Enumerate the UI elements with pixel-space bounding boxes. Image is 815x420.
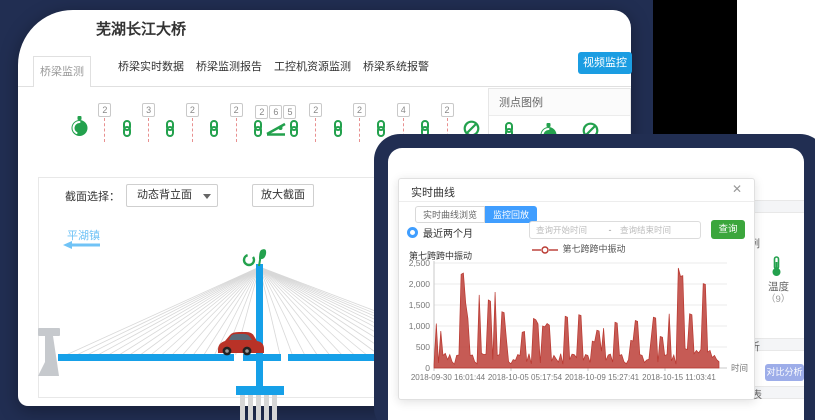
dialog-tab-group: 实时曲线浏览 监控回放 xyxy=(415,206,537,223)
sensor-count-badge: 3 xyxy=(142,103,155,117)
chain-sensor-icon[interactable] xyxy=(164,120,176,142)
gauge-sensor-icon[interactable] xyxy=(70,115,89,142)
chain-sensor-icon[interactable] xyxy=(252,120,264,142)
bridge-tower[interactable] xyxy=(256,264,263,388)
end-time-input[interactable] xyxy=(614,225,690,235)
tab-ipc-resource[interactable]: 工控机资源监测 xyxy=(274,58,351,74)
sensor-count-badge: 2 xyxy=(353,103,366,117)
dialog-header-divider xyxy=(399,201,754,202)
sensor-item-dash: 2 xyxy=(98,90,111,142)
video-monitor-button[interactable]: 视频监控 xyxy=(578,52,632,74)
sensor-item-gauge[interactable] xyxy=(70,90,89,142)
start-time-input[interactable] xyxy=(530,225,606,235)
sensor-dash-line xyxy=(315,118,316,142)
bridge-deck[interactable] xyxy=(58,354,390,361)
range-separator: - xyxy=(606,225,614,235)
sensor-item-chain[interactable] xyxy=(164,90,176,142)
left-pier xyxy=(38,328,60,376)
dialog-title: 实时曲线 xyxy=(411,184,455,200)
sensor-item-dash: 3 xyxy=(142,90,155,142)
tab-realtime-curve-browse[interactable]: 实时曲线浏览 xyxy=(415,206,485,223)
svg-text:2,500: 2,500 xyxy=(409,258,431,268)
svg-text:0: 0 xyxy=(425,363,430,373)
sensor-count-badge: 2 xyxy=(441,103,454,117)
legend-label: 第七跨跨中振动 xyxy=(562,244,625,254)
tower-piles xyxy=(240,395,277,420)
sensor-count-badge: 2 xyxy=(230,103,243,117)
sensor-dash-line xyxy=(104,118,105,142)
sensor-item-chain[interactable] xyxy=(208,90,220,142)
cluster-icons xyxy=(252,120,300,142)
sensor-dash-line xyxy=(192,118,193,142)
svg-text:500: 500 xyxy=(416,342,430,352)
realtime-curve-dialog: 实时曲线 ✕ 实时曲线浏览 监控回放 最近两个月 - 查询 第七跨跨中振动 第七… xyxy=(398,178,755,400)
svg-text:时间: 时间 xyxy=(731,363,748,373)
tab-bridge-monitor[interactable]: 桥梁监测 xyxy=(33,56,91,87)
sensor-count-badge: 2 xyxy=(98,103,111,117)
tab-monitor-report[interactable]: 桥梁监测报告 xyxy=(196,58,262,74)
sensor-item-dash: 2 xyxy=(186,90,199,142)
page: 芜湖长江大桥 桥梁监测 桥梁实时数据 桥梁监测报告 工控机资源监测 桥梁系统报警… xyxy=(0,0,815,420)
legend-marker-icon xyxy=(532,246,558,254)
chain-sensor-icon[interactable] xyxy=(332,120,344,142)
sensor-count-badge: 2 xyxy=(309,103,322,117)
svg-text:2018-09-30 16:01:44: 2018-09-30 16:01:44 xyxy=(411,373,486,382)
sensor-item-dash: 2 xyxy=(309,90,322,142)
section-controls: 截面选择： 动态背立面 放大截面 xyxy=(65,184,314,207)
tab-system-alarm[interactable]: 桥梁系统报警 xyxy=(363,58,429,74)
tabs-divider xyxy=(18,86,631,87)
section-select-dropdown[interactable]: 动态背立面 xyxy=(126,184,218,207)
bearing-sensor-icon[interactable] xyxy=(265,121,287,142)
temperature-count: （9） xyxy=(766,291,790,305)
cluster-badges: 265 xyxy=(255,105,296,120)
tower-cap-beam xyxy=(236,386,284,395)
compare-analysis-button[interactable]: 对比分析 xyxy=(765,364,804,381)
sensor-dash-line xyxy=(359,118,360,142)
tab-realtime-data[interactable]: 桥梁实时数据 xyxy=(118,58,184,74)
wind-sensor-icon[interactable] xyxy=(244,255,254,265)
legend-panel-title: 测点图例 xyxy=(489,89,630,116)
sensor-count-badge: 6 xyxy=(269,105,282,119)
svg-text:2018-10-09 15:27:41: 2018-10-09 15:27:41 xyxy=(565,373,640,382)
sidebar-band xyxy=(748,200,804,213)
sensor-item-chain[interactable] xyxy=(121,90,133,142)
sensor-item-dash: 2 xyxy=(230,90,243,142)
radio-dot-icon[interactable] xyxy=(407,227,418,238)
recent-two-months-radio[interactable]: 最近两个月 xyxy=(407,225,473,240)
sensor-count-badge: 2 xyxy=(186,103,199,117)
chain-sensor-icon[interactable] xyxy=(121,120,133,142)
svg-text:2,000: 2,000 xyxy=(409,279,431,289)
query-button[interactable]: 查询 xyxy=(711,220,745,239)
chain-sensor-icon[interactable] xyxy=(208,120,220,142)
svg-text:2018-10-05 05:17:54: 2018-10-05 05:17:54 xyxy=(488,373,563,382)
chevron-down-icon xyxy=(203,194,211,199)
section-select-label: 截面选择： xyxy=(65,188,120,204)
sensor-count-badge: 2 xyxy=(255,105,268,119)
sensor-item-chain[interactable] xyxy=(332,90,344,142)
backdrop-black xyxy=(653,0,737,142)
sensor-item-cluster[interactable]: 265 xyxy=(252,90,300,142)
date-range-picker: - xyxy=(529,221,701,239)
section-select-value: 动态背立面 xyxy=(137,189,192,201)
sensor-item-chain[interactable] xyxy=(375,90,387,142)
enlarge-section-button[interactable]: 放大截面 xyxy=(252,184,314,207)
page-title: 芜湖长江大桥 xyxy=(96,18,186,39)
svg-text:2018-10-15 11:03:41: 2018-10-15 11:03:41 xyxy=(642,373,716,382)
vibration-chart: 0 500 1,000 1,500 2,000 2,500 2018-09-30 16:01… xyxy=(405,259,750,387)
svg-text:1,500: 1,500 xyxy=(409,300,431,310)
sensor-count-badge: 4 xyxy=(397,103,410,117)
svg-text:1,000: 1,000 xyxy=(409,321,431,331)
sensor-dash-line xyxy=(148,118,149,142)
sensor-dash-line xyxy=(236,118,237,142)
backdrop-white xyxy=(737,0,815,142)
close-icon[interactable]: ✕ xyxy=(732,182,742,196)
radio-label: 最近两个月 xyxy=(423,225,473,240)
chart-legend[interactable]: 第七跨跨中振动 xyxy=(429,242,729,255)
sensor-count-badge: 5 xyxy=(283,105,296,119)
sensor-item-dash: 2 xyxy=(353,90,366,142)
tab-monitor-playback[interactable]: 监控回放 xyxy=(485,206,537,223)
gps-sensor-icon[interactable] xyxy=(259,249,266,266)
bridge-diagram xyxy=(18,240,390,420)
chain-sensor-icon[interactable] xyxy=(288,120,300,142)
